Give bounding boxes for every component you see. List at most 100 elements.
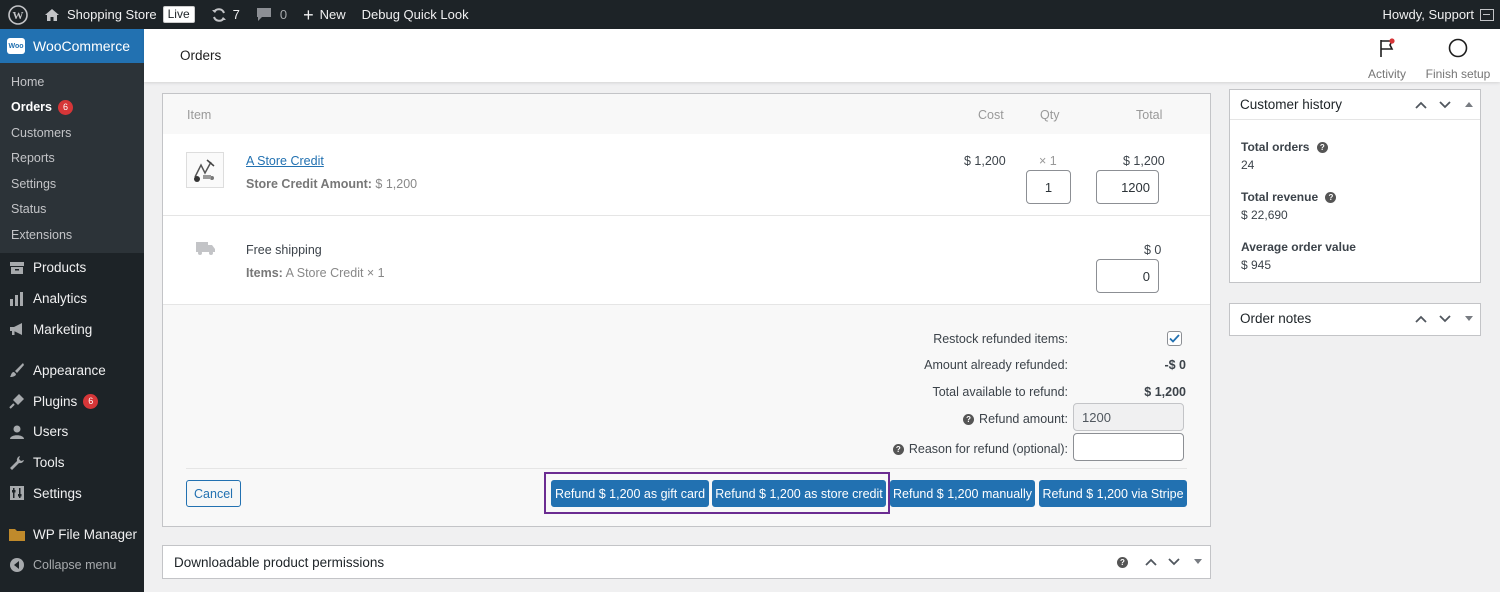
orders-count-badge: 6: [58, 99, 73, 115]
toggle-panel-icon[interactable]: [1465, 90, 1473, 119]
menu-analytics[interactable]: Analytics: [0, 283, 144, 314]
megaphone-icon: [8, 320, 26, 338]
wordpress-logo-icon[interactable]: W: [0, 0, 36, 29]
admin-bar: W Shopping Store Live 7 0 + New Debug Qu…: [0, 0, 1500, 29]
site-name: Shopping Store: [67, 7, 157, 22]
menu-file-manager[interactable]: WP File Manager: [0, 519, 144, 550]
menu-label: Marketing: [33, 321, 93, 337]
available-to-refund-value: $ 1,200: [1144, 385, 1186, 399]
site-name-link[interactable]: Shopping Store Live: [36, 0, 203, 29]
chevron-up-icon[interactable]: [1415, 304, 1427, 334]
finish-setup-button[interactable]: Finish setup: [1424, 37, 1492, 81]
menu-products[interactable]: Products: [0, 253, 144, 284]
product-name-link[interactable]: A Store Credit: [246, 154, 324, 168]
finish-setup-label: Finish setup: [1425, 67, 1491, 81]
refund-shipping-input[interactable]: 0: [1096, 259, 1159, 293]
average-order-label: Average order value: [1241, 240, 1356, 254]
meta-label: Store Credit Amount:: [246, 177, 372, 191]
restock-checkbox[interactable]: [1167, 331, 1182, 346]
howdy-text: Howdy, Support: [1382, 7, 1474, 22]
help-icon[interactable]: ?: [1325, 192, 1337, 204]
menu-settings[interactable]: Settings: [0, 478, 144, 509]
chevron-down-icon[interactable]: [1168, 546, 1180, 578]
chevron-down-icon[interactable]: [1439, 304, 1451, 334]
submenu-label: Extensions: [11, 227, 73, 242]
column-qty: Qty: [1040, 108, 1060, 122]
help-icon[interactable]: ?: [1117, 546, 1128, 578]
order-notes-box: Order notes: [1229, 303, 1481, 336]
plugins-update-badge: 6: [83, 393, 99, 409]
box-title: Customer history: [1240, 97, 1343, 112]
submenu-reports[interactable]: Reports: [0, 146, 144, 172]
submenu-extensions[interactable]: Extensions: [0, 222, 144, 248]
submenu-status[interactable]: Status: [0, 197, 144, 223]
refund-reason-label: Reason for refund (optional):: [908, 442, 1068, 456]
plus-icon: +: [303, 4, 314, 25]
downloadable-permissions-panel: Downloadable product permissions ?: [162, 545, 1211, 579]
comments-link[interactable]: 0: [248, 0, 295, 29]
home-icon: [45, 8, 59, 21]
submenu-label: Orders: [11, 100, 52, 115]
customer-history-box: Customer history Total orders ? 24 Total…: [1229, 89, 1481, 283]
refund-reason-input[interactable]: [1073, 433, 1184, 461]
submenu-label: Reports: [11, 151, 55, 166]
row-divider: [163, 215, 1210, 216]
menu-tools[interactable]: Tools: [0, 447, 144, 478]
menu-users[interactable]: Users: [0, 416, 144, 447]
total-orders-value: 24: [1241, 158, 1255, 172]
refund-stripe-button[interactable]: Refund $ 1,200 via Stripe: [1039, 480, 1187, 507]
collapse-arrow-icon: [8, 556, 26, 574]
submenu-home[interactable]: Home: [0, 69, 144, 95]
chevron-down-icon[interactable]: [1439, 90, 1451, 119]
item-total: $ 1,200: [1123, 154, 1165, 168]
refund-amount-input[interactable]: 1200: [1073, 403, 1184, 431]
menu-label: Products: [33, 260, 87, 276]
submenu-settings[interactable]: Settings: [0, 171, 144, 197]
menu-label: Analytics: [33, 291, 88, 307]
svg-text:W: W: [13, 10, 24, 22]
already-refunded-label: Amount already refunded:: [924, 358, 1068, 372]
total-orders-label: Total orders: [1241, 140, 1310, 154]
flag-icon: [1380, 38, 1395, 57]
menu-label: Plugins: [33, 393, 78, 409]
new-content-link[interactable]: + New: [295, 0, 354, 29]
comment-icon: [256, 8, 271, 21]
refund-line-total-input[interactable]: 1200: [1096, 170, 1159, 204]
shipping-total: $ 0: [1144, 243, 1162, 257]
activity-button[interactable]: Activity: [1364, 37, 1410, 81]
menu-woocommerce[interactable]: Woo WooCommerce: [0, 29, 152, 63]
toggle-panel-icon[interactable]: [1194, 546, 1202, 578]
menu-plugins[interactable]: Plugins 6: [0, 386, 144, 417]
menu-label: Collapse menu: [33, 558, 117, 573]
woocommerce-submenu: Home Orders 6 Customers Reports Settings …: [0, 63, 144, 253]
collapse-menu-button[interactable]: Collapse menu: [0, 550, 144, 581]
chevron-up-icon[interactable]: [1415, 90, 1427, 119]
archive-icon: [8, 259, 26, 277]
help-icon[interactable]: ?: [963, 414, 975, 426]
menu-marketing[interactable]: Marketing: [0, 314, 144, 345]
total-orders-label-wrap: Total orders ?: [1241, 140, 1333, 154]
shipping-meta: Items: A Store Credit × 1: [246, 266, 385, 280]
submenu-label: Settings: [11, 176, 57, 191]
item-qty: × 1: [1039, 154, 1057, 168]
menu-label: WP File Manager: [33, 526, 138, 542]
menu-appearance[interactable]: Appearance: [0, 355, 144, 386]
debug-quick-look-link[interactable]: Debug Quick Look: [354, 0, 477, 29]
submenu-customers[interactable]: Customers: [0, 120, 144, 146]
column-cost: Cost: [978, 108, 1004, 122]
refund-buttons-highlight: [544, 472, 890, 514]
updates-link[interactable]: 7: [203, 0, 248, 29]
refund-qty-input[interactable]: 1: [1026, 170, 1071, 204]
total-revenue-label-wrap: Total revenue ?: [1241, 190, 1341, 204]
refund-manually-button[interactable]: Refund $ 1,200 manually: [890, 480, 1035, 507]
debug-label: Debug Quick Look: [361, 7, 469, 22]
chevron-up-icon[interactable]: [1145, 546, 1157, 578]
cancel-button[interactable]: Cancel: [186, 480, 241, 507]
account-menu[interactable]: Howdy, Support: [1382, 0, 1494, 29]
shipping-name: Free shipping: [246, 243, 322, 257]
help-icon[interactable]: ?: [892, 444, 904, 456]
toggle-panel-icon[interactable]: [1465, 304, 1473, 334]
submenu-orders[interactable]: Orders 6: [0, 95, 144, 121]
live-badge: Live: [162, 6, 195, 23]
help-icon[interactable]: ?: [1316, 142, 1328, 154]
